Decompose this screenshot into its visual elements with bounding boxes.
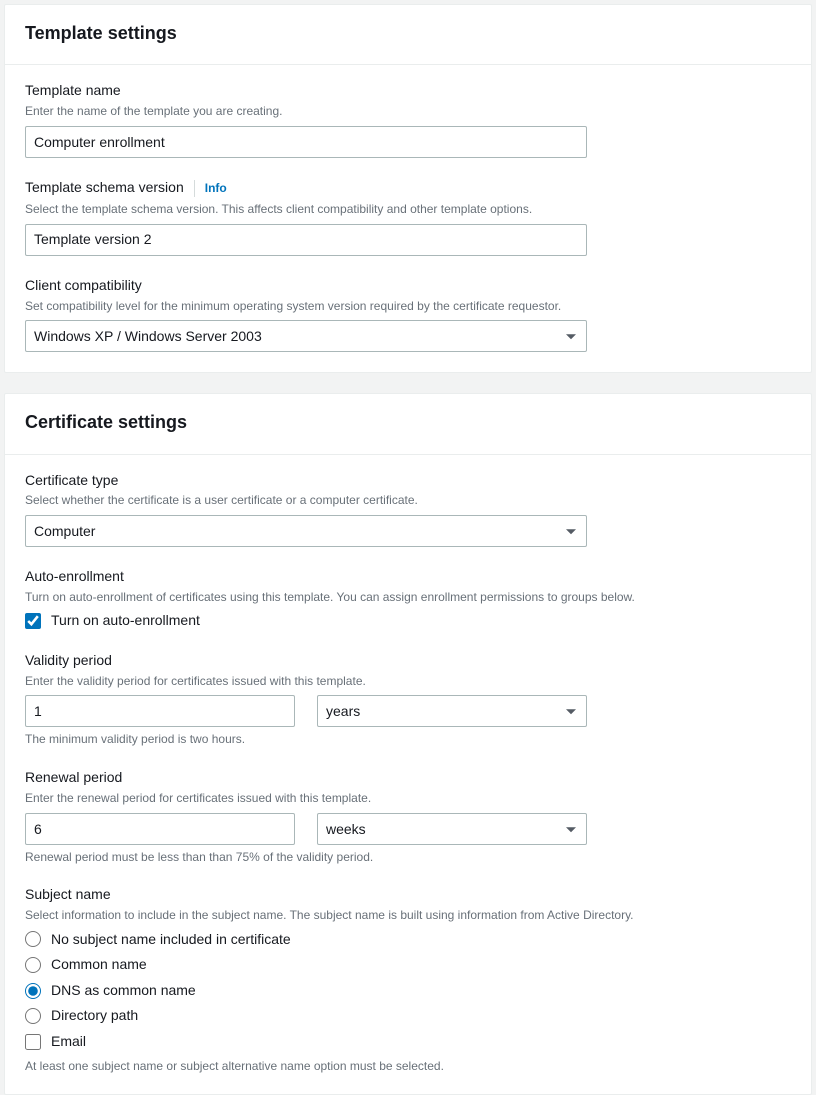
template-name-field: Template name Enter the name of the temp…	[25, 81, 791, 157]
renewal-field: Renewal period Enter the renewal period …	[25, 768, 791, 865]
template-settings-header: Template settings	[5, 5, 811, 65]
schema-version-field: Template schema version Info Select the …	[25, 178, 791, 256]
cert-type-desc: Select whether the certificate is a user…	[25, 492, 791, 509]
validity-field: Validity period Enter the validity perio…	[25, 651, 791, 748]
template-settings-title: Template settings	[25, 21, 791, 46]
renewal-label: Renewal period	[25, 768, 791, 788]
auto-enroll-label: Auto-enrollment	[25, 567, 791, 587]
template-name-input[interactable]	[25, 126, 587, 158]
subject-none-radio[interactable]	[25, 931, 41, 947]
client-compat-field: Client compatibility Set compatibility l…	[25, 276, 791, 352]
certificate-settings-header: Certificate settings	[5, 394, 811, 454]
subject-name-field: Subject name Select information to inclu…	[25, 885, 791, 1074]
validity-hint: The minimum validity period is two hours…	[25, 731, 791, 748]
schema-version-value: Template version 2	[25, 224, 587, 256]
template-settings-body: Template name Enter the name of the temp…	[5, 65, 811, 372]
certificate-settings-body: Certificate type Select whether the cert…	[5, 455, 811, 1095]
template-settings-panel: Template settings Template name Enter th…	[4, 4, 812, 373]
cert-type-select-button[interactable]: Computer	[25, 515, 587, 547]
auto-enroll-desc: Turn on auto-enrollment of certificates …	[25, 589, 791, 606]
validity-unit-select-button[interactable]: years	[317, 695, 587, 727]
subject-dns-label[interactable]: DNS as common name	[51, 981, 196, 1001]
subject-name-hint: At least one subject name or subject alt…	[25, 1058, 791, 1075]
subject-common-radio[interactable]	[25, 957, 41, 973]
auto-enroll-checkbox[interactable]	[25, 613, 41, 629]
client-compat-label: Client compatibility	[25, 276, 791, 296]
renewal-value-input[interactable]	[25, 813, 295, 845]
subject-dns-radio[interactable]	[25, 983, 41, 999]
certificate-settings-title: Certificate settings	[25, 410, 791, 435]
subject-email-checkbox[interactable]	[25, 1034, 41, 1050]
validity-label: Validity period	[25, 651, 791, 671]
validity-desc: Enter the validity period for certificat…	[25, 673, 791, 690]
template-name-label: Template name	[25, 81, 791, 101]
schema-version-label: Template schema version	[25, 178, 184, 198]
subject-dir-radio[interactable]	[25, 1008, 41, 1024]
schema-version-info-link[interactable]: Info	[194, 180, 227, 197]
schema-version-desc: Select the template schema version. This…	[25, 201, 791, 218]
renewal-desc: Enter the renewal period for certificate…	[25, 790, 791, 807]
client-compat-desc: Set compatibility level for the minimum …	[25, 298, 791, 315]
validity-value-input[interactable]	[25, 695, 295, 727]
subject-name-label: Subject name	[25, 885, 791, 905]
cert-type-field: Certificate type Select whether the cert…	[25, 471, 791, 547]
certificate-settings-panel: Certificate settings Certificate type Se…	[4, 393, 812, 1095]
subject-common-label[interactable]: Common name	[51, 955, 147, 975]
template-name-desc: Enter the name of the template you are c…	[25, 103, 791, 120]
validity-unit-select[interactable]: years	[317, 695, 587, 727]
subject-none-label[interactable]: No subject name included in certificate	[51, 930, 291, 950]
renewal-unit-select[interactable]: weeks	[317, 813, 587, 845]
auto-enroll-field: Auto-enrollment Turn on auto-enrollment …	[25, 567, 791, 631]
cert-type-label: Certificate type	[25, 471, 791, 491]
cert-type-select[interactable]: Computer	[25, 515, 587, 547]
client-compat-select[interactable]: Windows XP / Windows Server 2003	[25, 320, 587, 352]
auto-enroll-checkbox-label[interactable]: Turn on auto-enrollment	[51, 611, 200, 631]
subject-name-desc: Select information to include in the sub…	[25, 907, 791, 924]
subject-dir-label[interactable]: Directory path	[51, 1006, 138, 1026]
client-compat-select-button[interactable]: Windows XP / Windows Server 2003	[25, 320, 587, 352]
subject-email-label[interactable]: Email	[51, 1032, 86, 1052]
subject-name-options: No subject name included in certificate …	[25, 930, 791, 1052]
renewal-hint: Renewal period must be less than than 75…	[25, 849, 791, 866]
renewal-unit-select-button[interactable]: weeks	[317, 813, 587, 845]
